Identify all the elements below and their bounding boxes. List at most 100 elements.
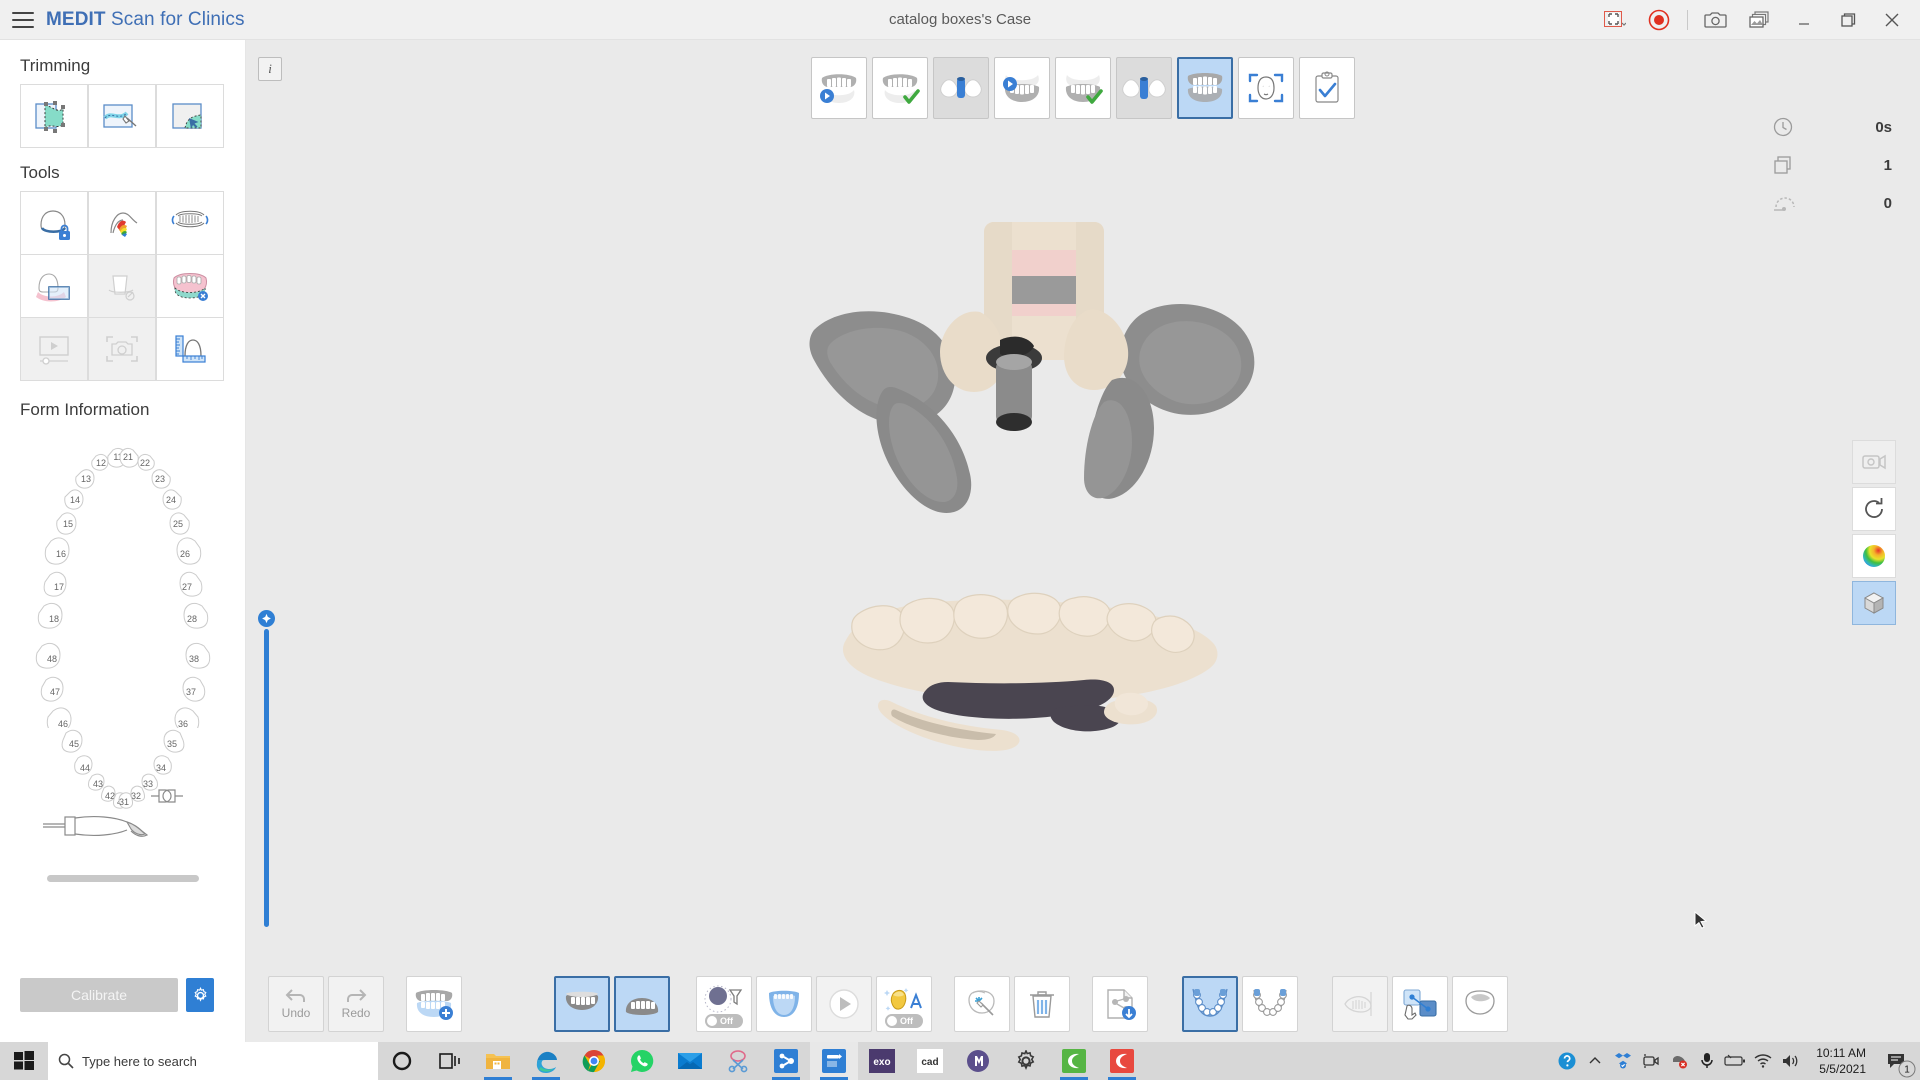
mail-icon[interactable] [666,1042,714,1080]
screen-capture-region-icon[interactable] [1593,0,1637,40]
auto-fill-toggle[interactable]: Off [885,1014,923,1028]
volume-icon[interactable] [1778,1042,1804,1080]
capture-icon[interactable] [88,317,156,381]
tooth-chart[interactable]: 11 12 13 14 15 16 17 18 21 22 23 24 25 2… [18,428,228,718]
cube-view-icon[interactable] [1852,581,1896,625]
occlusion-lower-button[interactable] [1242,976,1298,1032]
chrome-icon[interactable] [570,1042,618,1080]
edge-icon[interactable] [522,1042,570,1080]
section-slider-track[interactable] [264,629,269,927]
show-upper-button[interactable] [554,976,610,1032]
stage-upper-prep[interactable] [811,57,867,119]
lock-margin-icon[interactable] [20,191,88,255]
trim-freehand-icon[interactable] [156,84,224,148]
exocad-icon[interactable]: exo [858,1042,906,1080]
snip-sketch-icon[interactable] [714,1042,762,1080]
camtasia-red-icon[interactable] [1098,1042,1146,1080]
whatsapp-icon[interactable] [618,1042,666,1080]
redo-label: Redo [342,1006,371,1020]
stage-face-scan[interactable] [1238,57,1294,119]
cad-icon[interactable]: cad [906,1042,954,1080]
single-tooth-button[interactable] [1452,976,1508,1032]
camera-icon[interactable] [1694,0,1738,40]
undo-button[interactable]: Undo [268,976,324,1032]
upper-model-render[interactable] [804,210,1264,530]
record-icon[interactable] [1637,0,1681,40]
occlusion-upper-button[interactable] [1182,976,1238,1032]
stage-upper-scanbody[interactable] [933,57,989,119]
export-button[interactable] [1092,976,1148,1032]
medit-icon[interactable] [810,1042,858,1080]
close-button[interactable] [1870,0,1914,40]
dropbox-icon[interactable] [1610,1042,1636,1080]
show-lower-button[interactable] [614,976,670,1032]
camtasia-green-icon[interactable] [1050,1042,1098,1080]
reset-view-icon[interactable] [1852,487,1896,531]
lower-model-render[interactable] [836,590,1236,790]
file-explorer-icon[interactable] [474,1042,522,1080]
stage-lower-scanbody[interactable] [1116,57,1172,119]
toolbar-divider [1687,10,1688,30]
search-placeholder: Type here to search [82,1054,197,1069]
gingiva-mask-icon[interactable] [20,254,88,318]
remove-denture-icon[interactable] [156,254,224,318]
measure-icon[interactable] [156,317,224,381]
svg-text:24: 24 [166,495,176,505]
title-bar: MEDIT Scan for Clinics catalog boxes's C… [0,0,1920,40]
search-input[interactable]: Type here to search [48,1042,378,1080]
gallery-icon[interactable] [1738,0,1782,40]
stage-lower-done[interactable] [1055,57,1111,119]
stage-review[interactable] [1299,57,1355,119]
minimize-button[interactable] [1782,0,1826,40]
wifi-icon[interactable] [1750,1042,1776,1080]
delete-button[interactable] [1014,976,1070,1032]
gear-icon[interactable] [186,978,214,1012]
webcam-icon[interactable] [1638,1042,1664,1080]
section-slider[interactable] [258,610,275,927]
help-icon[interactable] [1554,1042,1580,1080]
system-tray: 10:11 AM 5/5/2021 1 [1554,1042,1920,1080]
stage-upper-done[interactable] [872,57,928,119]
svg-text:28: 28 [187,614,197,624]
meditlink-icon[interactable] [954,1042,1002,1080]
trim-polygon-icon[interactable] [20,84,88,148]
cortana-icon[interactable] [378,1042,426,1080]
redo-button[interactable]: Redo [328,976,384,1032]
video-capture-icon[interactable] [1852,440,1896,484]
share-app-icon[interactable] [762,1042,810,1080]
recording-blocked-icon[interactable] [1666,1042,1692,1080]
calibrate-button[interactable]: Calibrate [20,978,178,1012]
section-view-button[interactable] [1332,976,1388,1032]
bottom-toolbar: Undo Redo [246,966,1920,1042]
menu-hamburger-icon[interactable] [12,12,34,28]
windows-start-icon[interactable] [0,1042,48,1080]
settings-icon[interactable] [1002,1042,1050,1080]
add-scan-button[interactable] [406,976,462,1032]
auto-fill-button[interactable]: Off [876,976,932,1032]
section-handle-icon[interactable] [258,610,275,627]
align-arch-icon[interactable] [156,191,224,255]
show-hidden-icons-icon[interactable] [1582,1042,1608,1080]
color-map-icon[interactable] [1852,534,1896,578]
playback-button[interactable] [816,976,872,1032]
filter-noise-button[interactable]: Off [696,976,752,1032]
taskbar-clock[interactable]: 10:11 AM 5/5/2021 [1806,1045,1876,1077]
fill-holes-button[interactable] [954,976,1010,1032]
stage-lower-prep[interactable] [994,57,1050,119]
maximize-button[interactable] [1826,0,1870,40]
microphone-icon[interactable] [1694,1042,1720,1080]
info-icon[interactable]: i [258,57,282,81]
occlusion-map-icon[interactable] [88,191,156,255]
impression-button[interactable] [756,976,812,1032]
align-pick-button[interactable] [1392,976,1448,1032]
stage-occlusion[interactable] [1177,57,1233,119]
scan-body-icon[interactable] [88,254,156,318]
notification-center-button[interactable]: 1 [1878,1042,1916,1080]
filter-noise-toggle[interactable]: Off [705,1014,743,1028]
3d-viewport[interactable]: i [246,40,1920,1042]
trim-brush-icon[interactable] [88,84,156,148]
play-video-icon[interactable] [20,317,88,381]
battery-icon[interactable] [1722,1042,1748,1080]
app-brand: MEDIT Scan for Clinics [46,9,245,31]
task-view-icon[interactable] [426,1042,474,1080]
